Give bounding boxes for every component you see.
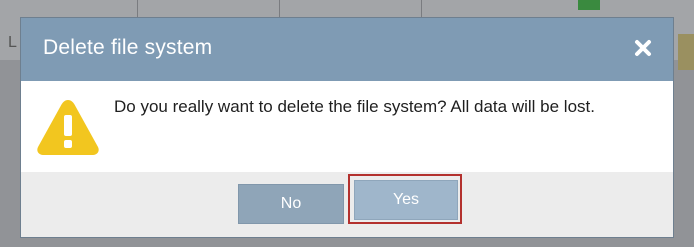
delete-file-system-dialog: Delete file system Do you really want to… bbox=[21, 18, 673, 237]
close-icon[interactable] bbox=[633, 38, 653, 58]
dialog-title: Delete file system bbox=[43, 36, 213, 59]
yes-button[interactable]: Yes bbox=[354, 180, 458, 220]
background-text: L bbox=[8, 34, 17, 51]
warning-triangle-icon bbox=[37, 100, 99, 155]
background-column-divider bbox=[279, 0, 280, 20]
dialog-header: Delete file system bbox=[21, 18, 673, 81]
no-button[interactable]: No bbox=[238, 184, 344, 224]
background-column-divider bbox=[137, 0, 138, 20]
background-column-divider bbox=[421, 0, 422, 20]
background-status-indicator bbox=[578, 0, 600, 10]
dialog-body: Do you really want to delete the file sy… bbox=[21, 81, 673, 172]
dialog-footer: No Yes bbox=[21, 172, 673, 237]
dialog-message: Do you really want to delete the file sy… bbox=[114, 97, 595, 116]
background-side-bar bbox=[678, 34, 694, 70]
